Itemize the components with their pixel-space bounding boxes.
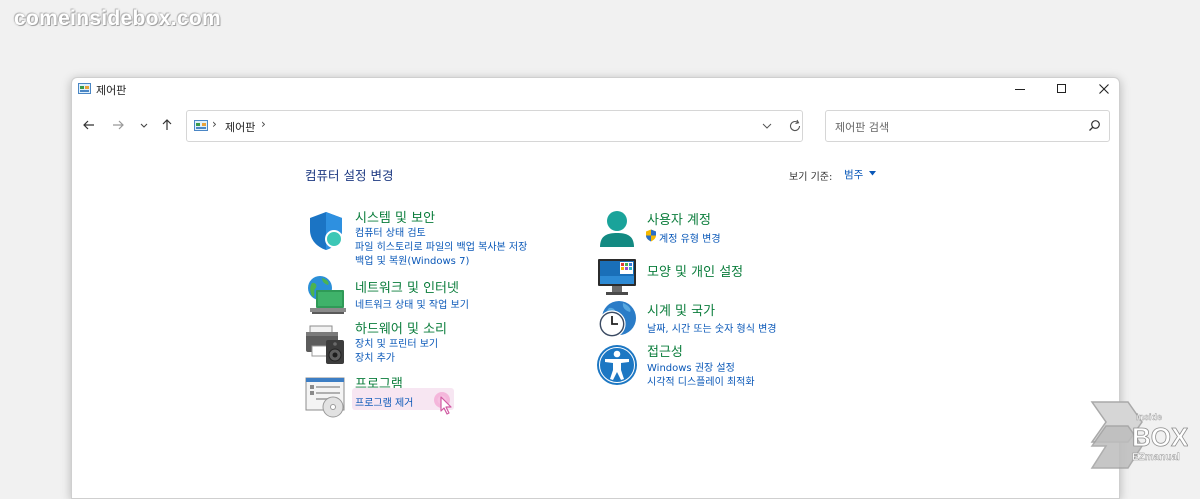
- recent-locations-button[interactable]: [135, 116, 153, 134]
- category-link[interactable]: 시각적 디스플레이 최적화: [647, 373, 755, 388]
- control-panel-window: 제어판 › 제어판 › 제어판 검색 컴퓨터 설정 변경 보기 기준: 범주 시…: [71, 77, 1120, 499]
- user-accounts-icon[interactable]: [595, 207, 639, 251]
- breadcrumb-control-panel[interactable]: 제어판: [225, 119, 255, 135]
- monitor-icon[interactable]: [595, 256, 639, 300]
- up-button[interactable]: [158, 116, 176, 134]
- site-watermark: comeinsidebox.com: [14, 7, 221, 30]
- accessibility-icon[interactable]: [595, 343, 639, 387]
- arrow-right-icon: [113, 120, 124, 130]
- shield-icon[interactable]: [304, 209, 348, 253]
- svg-text:BOX: BOX: [1132, 422, 1188, 452]
- arrow-up-icon: [162, 119, 172, 130]
- page-title: 컴퓨터 설정 변경: [305, 168, 394, 183]
- address-bar[interactable]: › 제어판 ›: [186, 110, 803, 142]
- maximize-icon: [1057, 84, 1066, 93]
- category-link[interactable]: 파일 히스토리로 파일의 백업 복사본 저장: [355, 238, 527, 253]
- category-link[interactable]: 계정 유형 변경: [659, 230, 721, 245]
- window-title: 제어판: [96, 84, 127, 97]
- category-link[interactable]: 백업 및 복원(Windows 7): [355, 252, 469, 267]
- insidebox-logo: inside BOX EZmanual: [1090, 401, 1188, 469]
- uac-shield-icon: [646, 229, 656, 242]
- category-title[interactable]: 네트워크 및 인터넷: [355, 277, 459, 296]
- programs-icon[interactable]: [304, 375, 348, 419]
- address-row: › 제어판 › 제어판 검색: [72, 106, 1119, 144]
- caret-down-icon[interactable]: [869, 171, 876, 176]
- control-panel-icon: [194, 120, 208, 131]
- printer-speaker-icon[interactable]: [304, 322, 348, 366]
- forward-button[interactable]: [109, 116, 127, 134]
- category-link[interactable]: Windows 권장 설정: [647, 359, 735, 374]
- refresh-icon[interactable]: [788, 119, 802, 133]
- search-placeholder: 제어판 검색: [835, 121, 890, 134]
- search-icon[interactable]: [1088, 119, 1101, 132]
- category-link[interactable]: 장치 및 프린터 보기: [355, 335, 438, 350]
- category-title[interactable]: 모양 및 개인 설정: [647, 261, 743, 280]
- category-link[interactable]: 장치 추가: [355, 349, 395, 364]
- minimize-button[interactable]: [1000, 78, 1040, 100]
- control-panel-icon: [78, 83, 91, 94]
- chevron-down-icon: [140, 123, 148, 128]
- category-link[interactable]: 프로그램 제거: [355, 394, 413, 409]
- maximize-button[interactable]: [1042, 78, 1082, 100]
- arrow-left-icon: [83, 120, 94, 130]
- minimize-icon: [1015, 89, 1025, 90]
- network-globe-icon[interactable]: [304, 274, 348, 318]
- category-link[interactable]: 날짜, 시간 또는 숫자 형식 변경: [647, 320, 776, 335]
- view-by-dropdown[interactable]: 범주: [844, 167, 863, 182]
- chevron-down-icon[interactable]: [762, 122, 772, 130]
- svg-text:EZmanual: EZmanual: [1132, 452, 1180, 463]
- cursor-pointer-icon: [434, 392, 452, 415]
- close-button[interactable]: [1084, 78, 1119, 100]
- clock-globe-icon[interactable]: [595, 298, 639, 342]
- back-button[interactable]: [80, 116, 98, 134]
- breadcrumb-separator: ›: [212, 117, 217, 131]
- breadcrumb-separator[interactable]: ›: [261, 117, 266, 131]
- svg-text:inside: inside: [1136, 412, 1162, 422]
- close-icon: [1099, 84, 1109, 94]
- category-link[interactable]: 컴퓨터 상태 검토: [355, 224, 426, 239]
- category-title[interactable]: 사용자 계정: [647, 209, 711, 228]
- search-input[interactable]: 제어판 검색: [825, 110, 1110, 142]
- category-link[interactable]: 네트워크 상태 및 작업 보기: [355, 296, 469, 311]
- title-bar: 제어판: [72, 78, 1119, 100]
- category-title[interactable]: 접근성: [647, 341, 683, 360]
- category-title[interactable]: 시계 및 국가: [647, 300, 715, 319]
- view-by-label: 보기 기준:: [789, 172, 833, 183]
